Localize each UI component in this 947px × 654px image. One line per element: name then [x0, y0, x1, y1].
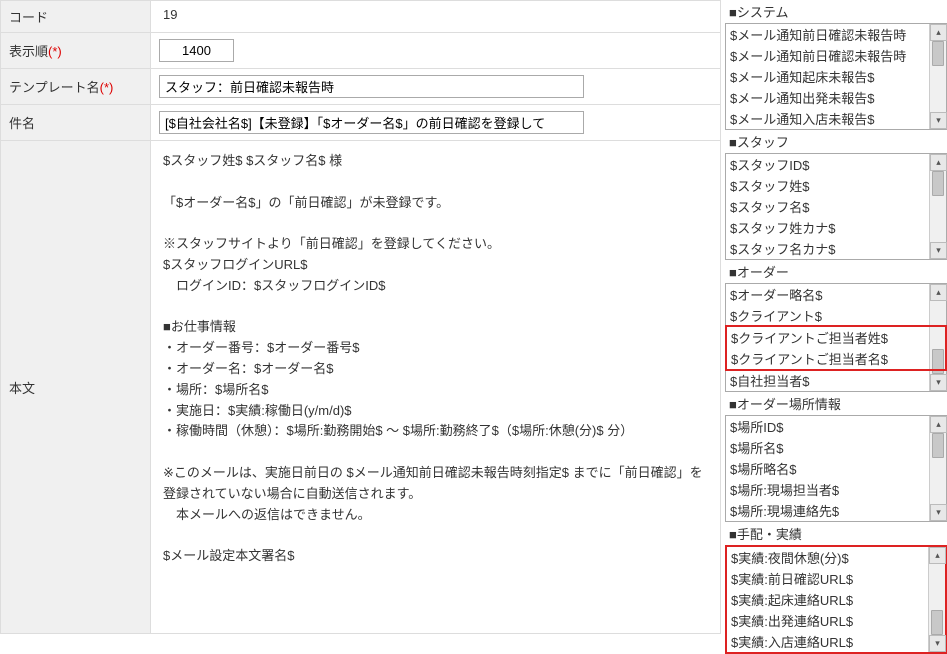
variable-item[interactable]: $場所ID$	[726, 416, 928, 437]
variable-item[interactable]: $スタッフ名$	[726, 196, 928, 217]
subject-label: 件名	[1, 105, 151, 141]
section-order-title: ■オーダー	[725, 260, 947, 283]
variable-item[interactable]: $メール通知前日確認未報告時	[726, 45, 928, 66]
code-label: コード	[1, 1, 151, 33]
variable-item[interactable]: $自社担当者$	[726, 370, 928, 391]
variable-item[interactable]: $スタッフ姓カナ$	[726, 217, 928, 238]
scroll-up-icon[interactable]: ▴	[929, 547, 946, 564]
place-variable-list[interactable]: $場所ID$ $場所名$ $場所略名$ $場所:現場担当者$ $場所:現場連絡先…	[725, 415, 947, 522]
scroll-down-icon[interactable]: ▾	[930, 504, 947, 521]
scrollbar[interactable]: ▴ ▾	[928, 547, 945, 652]
code-value: 19	[159, 5, 181, 24]
results-variable-list[interactable]: $実績:夜間休憩(分)$ $実績:前日確認URL$ $実績:起床連絡URL$ $…	[725, 545, 947, 654]
scroll-up-icon[interactable]: ▴	[930, 24, 947, 41]
scroll-thumb[interactable]	[932, 41, 944, 66]
variable-item[interactable]: $クライアントご担当者名$	[727, 348, 929, 369]
variable-item[interactable]: $メール通知入店未報告$	[726, 108, 928, 129]
variable-item[interactable]: $場所略名$	[726, 458, 928, 479]
variable-item[interactable]: $メール通知出発未報告$	[726, 87, 928, 108]
variable-item[interactable]: $メール通知起床未報告$	[726, 66, 928, 87]
section-staff-title: ■スタッフ	[725, 130, 947, 153]
scroll-down-icon[interactable]: ▾	[930, 374, 947, 391]
scroll-up-icon[interactable]: ▴	[930, 416, 947, 433]
scroll-down-icon[interactable]: ▾	[929, 635, 946, 652]
variable-item[interactable]: $クライアント$	[726, 305, 928, 326]
variable-item[interactable]: $スタッフID$	[726, 154, 928, 175]
highlighted-variables: $クライアントご担当者姓$ $クライアントご担当者名$	[725, 325, 947, 371]
section-results-title: ■手配・実績	[725, 522, 947, 545]
scroll-down-icon[interactable]: ▾	[930, 242, 947, 259]
variable-item[interactable]: $実績:前日確認URL$	[727, 568, 927, 589]
variable-item[interactable]: $場所名$	[726, 437, 928, 458]
scrollbar[interactable]: ▴ ▾	[929, 24, 946, 129]
variable-item[interactable]: $実績:起床連絡URL$	[727, 589, 927, 610]
body-label: 本文	[1, 141, 151, 634]
scroll-thumb[interactable]	[932, 433, 944, 458]
display-order-label: 表示順(*)	[1, 33, 151, 69]
variable-item[interactable]: $クライアントご担当者姓$	[727, 327, 929, 348]
scrollbar[interactable]: ▴ ▾	[929, 416, 946, 521]
variable-item[interactable]: $実績:出発連絡URL$	[727, 610, 927, 631]
staff-variable-list[interactable]: $スタッフID$ $スタッフ姓$ $スタッフ名$ $スタッフ姓カナ$ $スタッフ…	[725, 153, 947, 260]
variable-item[interactable]: $スタッフ姓$	[726, 175, 928, 196]
order-variable-list[interactable]: $オーダー略名$ $クライアント$ $クライアントご担当者姓$ $クライアントご…	[725, 283, 947, 392]
variable-item[interactable]: $スタッフ名カナ$	[726, 238, 928, 259]
variable-item[interactable]: $場所:現場担当者$	[726, 479, 928, 500]
template-name-label: テンプレート名(*)	[1, 69, 151, 105]
scroll-down-icon[interactable]: ▾	[930, 112, 947, 129]
form-panel: コード 19 表示順(*) テンプレート名(*) 件名	[0, 0, 721, 654]
section-place-title: ■オーダー場所情報	[725, 392, 947, 415]
variable-item[interactable]: $オーダー略名$	[726, 284, 928, 305]
template-name-input[interactable]	[159, 75, 584, 98]
scroll-thumb[interactable]	[932, 171, 944, 196]
variable-item[interactable]: $メール通知前日確認未報告時	[726, 24, 928, 45]
scroll-up-icon[interactable]: ▴	[930, 154, 947, 171]
subject-input[interactable]	[159, 111, 584, 134]
form-table: コード 19 表示順(*) テンプレート名(*) 件名	[0, 0, 721, 634]
variable-item[interactable]: $場所:現場連絡先$	[726, 500, 928, 521]
display-order-input[interactable]	[159, 39, 234, 62]
scroll-up-icon[interactable]: ▴	[930, 284, 947, 301]
body-text[interactable]: $スタッフ姓$ $スタッフ名$ 様 「$オーダー名$」の「前日確認」が未登録です…	[159, 147, 712, 627]
variable-item[interactable]: $実績:入店連絡URL$	[727, 631, 927, 652]
scrollbar[interactable]: ▴ ▾	[929, 154, 946, 259]
system-variable-list[interactable]: $メール通知前日確認未報告時 $メール通知前日確認未報告時 $メール通知起床未報…	[725, 23, 947, 130]
scroll-thumb[interactable]	[931, 610, 943, 635]
variables-panel: ■システム $メール通知前日確認未報告時 $メール通知前日確認未報告時 $メール…	[721, 0, 947, 654]
section-system-title: ■システム	[725, 0, 947, 23]
variable-item[interactable]: $実績:夜間休憩(分)$	[727, 547, 927, 568]
